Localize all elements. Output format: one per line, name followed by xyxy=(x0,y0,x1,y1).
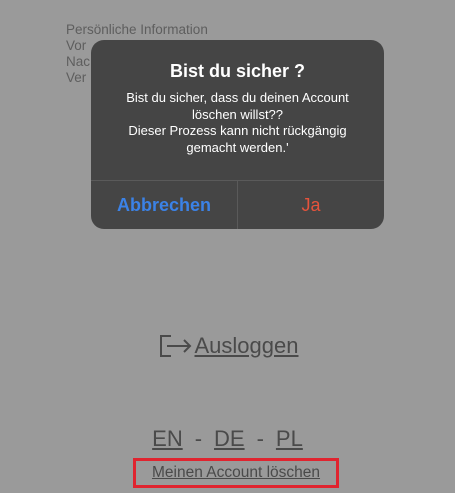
alert-message-line: löschen willst?? xyxy=(191,106,284,122)
language-option-de[interactable]: DE xyxy=(214,426,245,451)
logout-button[interactable]: Ausloggen xyxy=(0,330,455,361)
language-option-pl[interactable]: PL xyxy=(276,426,303,451)
language-option-en[interactable]: EN xyxy=(152,426,183,451)
language-switcher: EN - DE - PL xyxy=(0,424,455,454)
delete-account-link[interactable]: Meinen Account löschen xyxy=(133,458,339,488)
alert-message-line: Dieser Prozess kann nicht rückgängig xyxy=(128,123,347,138)
language-separator: - xyxy=(194,426,203,451)
confirm-button[interactable]: Ja xyxy=(238,181,384,229)
language-separator: - xyxy=(256,426,264,451)
cancel-button[interactable]: Abbrechen xyxy=(91,181,237,229)
alert-message-line: gemacht werden.' xyxy=(186,139,289,155)
confirm-delete-alert: Bist du sicher ? Bist du sicher, dass du… xyxy=(91,40,384,229)
logout-label: Ausloggen xyxy=(194,333,299,359)
alert-title: Bist du sicher ? xyxy=(169,61,306,81)
personal-info-heading: Persönliche Information xyxy=(66,22,208,37)
alert-message: Bist du sicher, dass du deinen Account l… xyxy=(91,90,384,156)
alert-message-line: Bist du sicher, dass du deinen Account xyxy=(126,90,349,105)
logout-arrow-icon xyxy=(157,333,193,359)
